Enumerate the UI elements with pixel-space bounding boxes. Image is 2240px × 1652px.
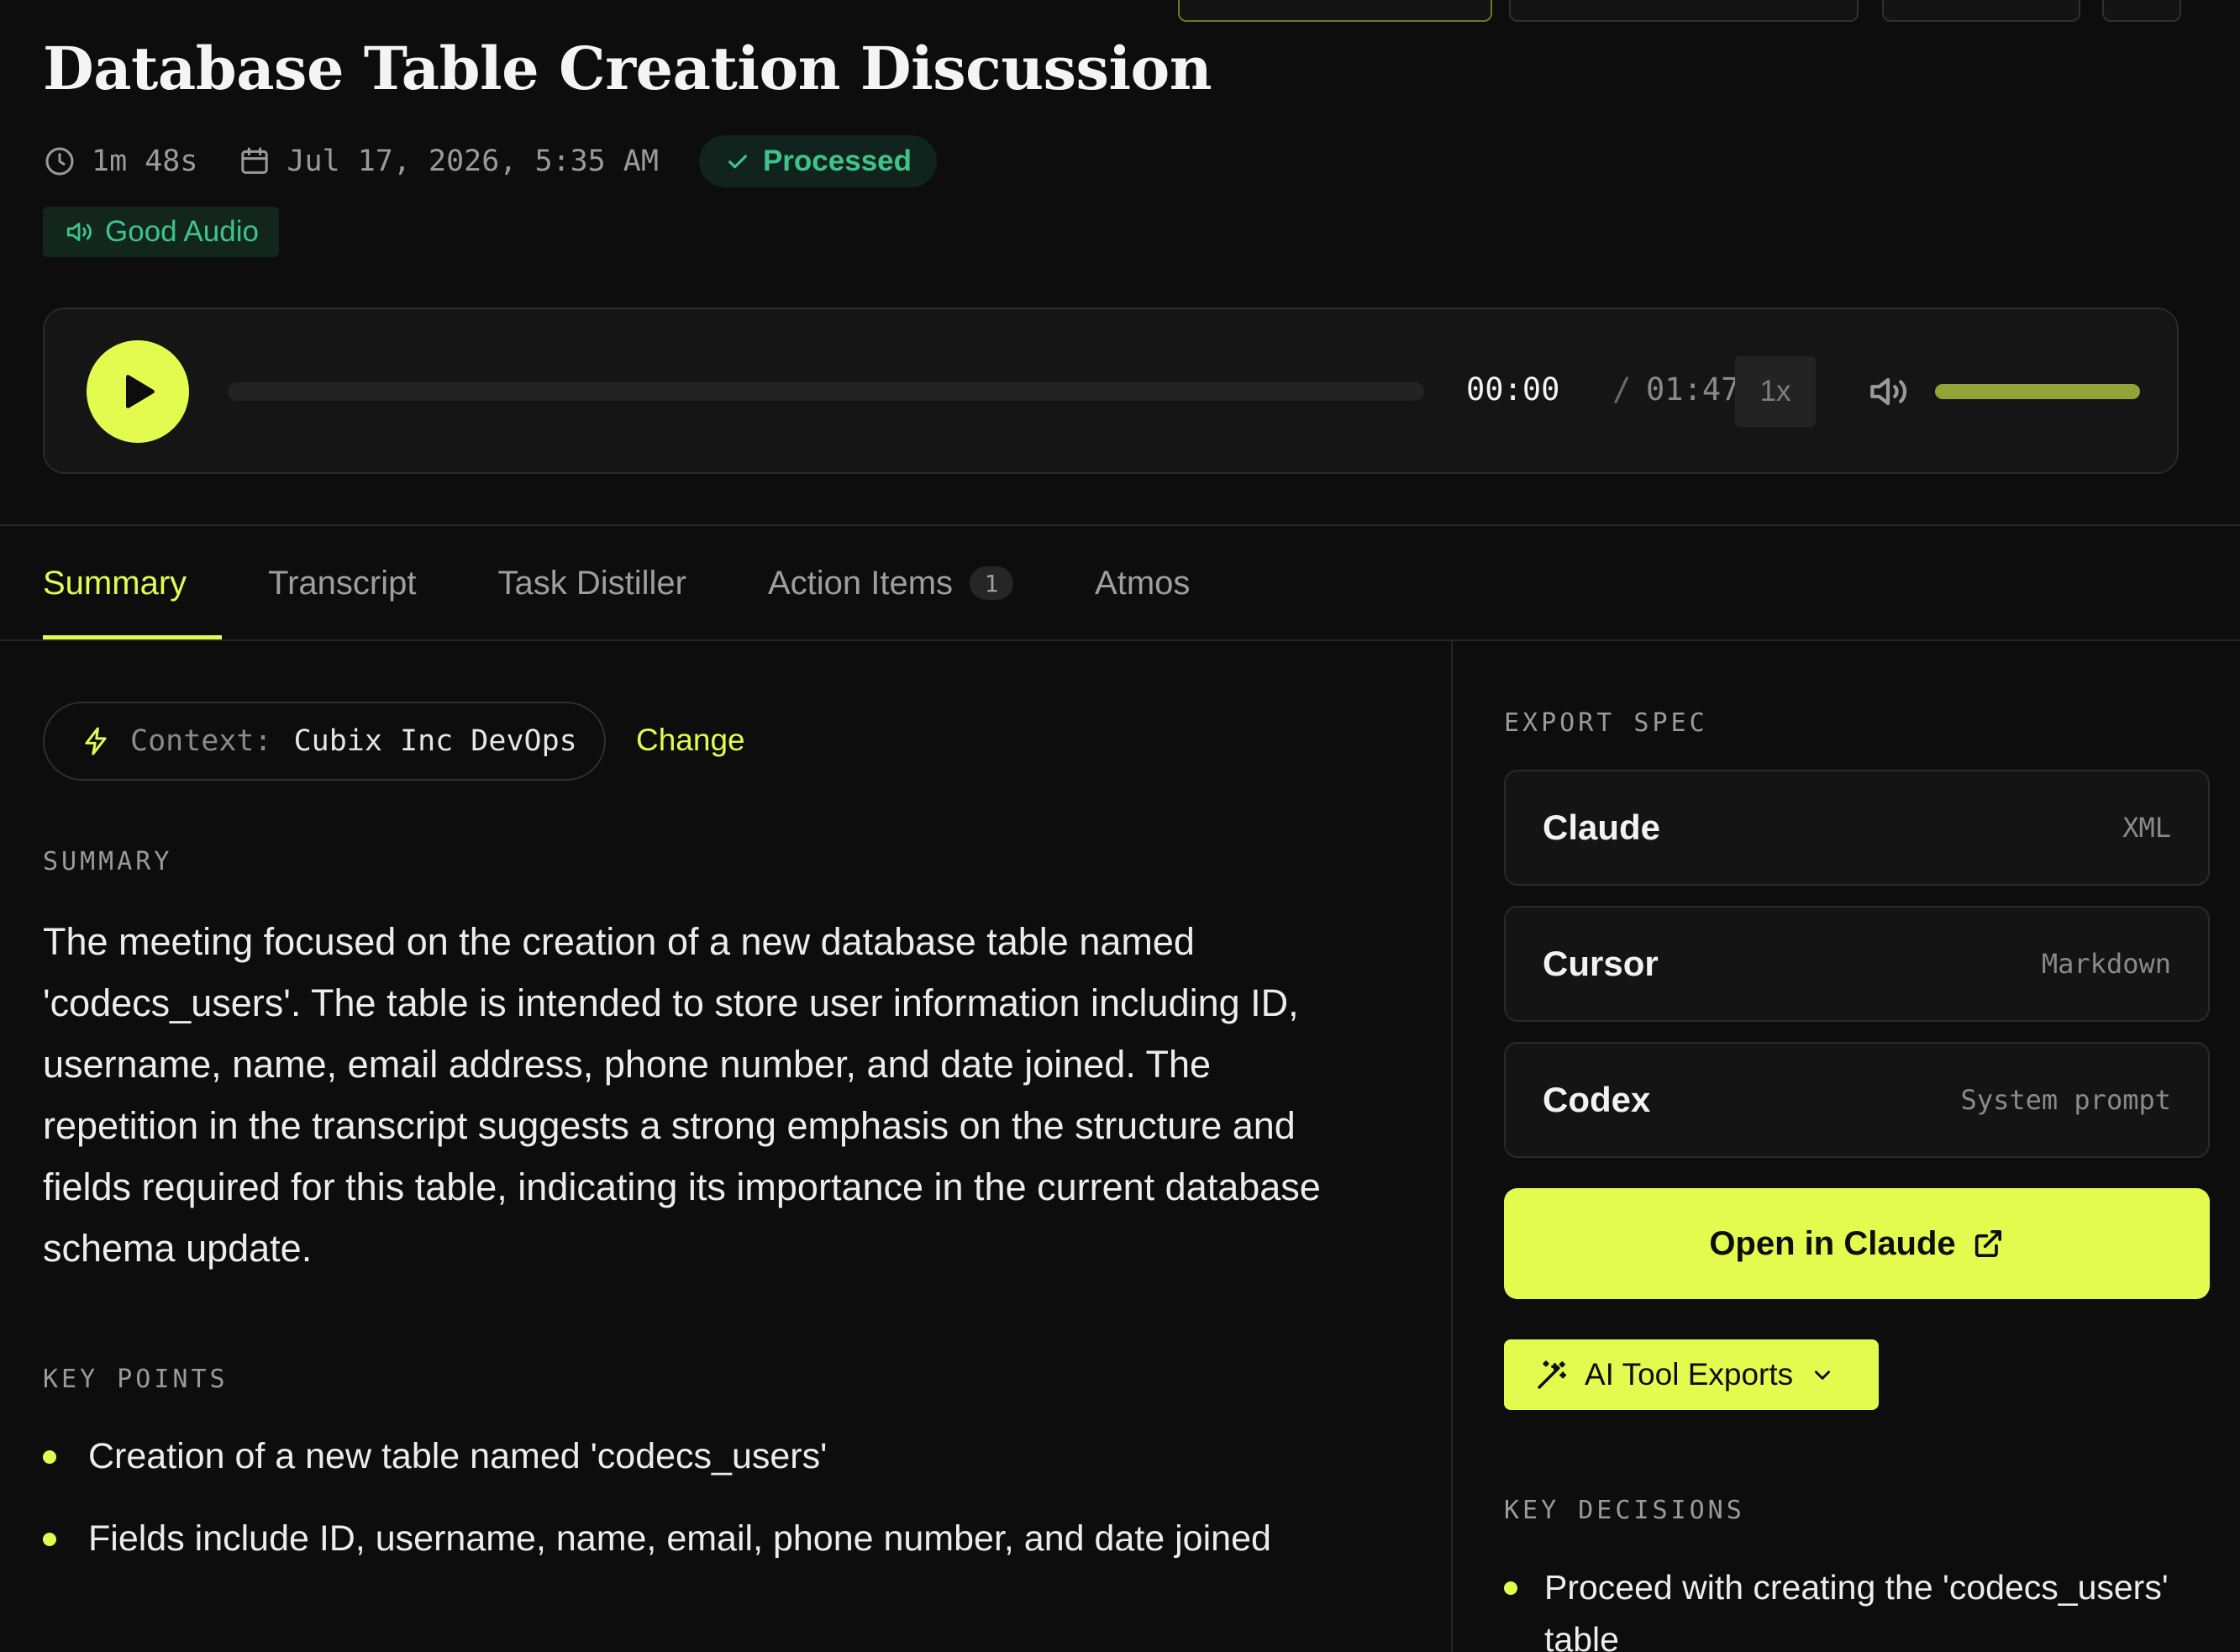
tab-transcript[interactable]: Transcript	[268, 526, 416, 640]
export-spec-heading: EXPORT SPEC	[1504, 708, 1708, 738]
external-link-icon	[1974, 1230, 2001, 1257]
tab-atmos[interactable]: Atmos	[1095, 526, 1190, 640]
open-in-claude-label: Open in Claude	[1709, 1224, 1956, 1262]
spec-card-claude[interactable]: Claude XML	[1504, 770, 2210, 886]
calendar-icon	[241, 147, 269, 174]
chevron-down-icon	[1815, 1371, 1831, 1380]
audio-quality-label: Good Audio	[105, 215, 259, 248]
context-label: Context:	[130, 724, 272, 758]
tab-label: Transcript	[268, 564, 417, 602]
key-points-list: Creation of a new table named 'codecs_us…	[43, 1430, 1404, 1595]
list-item: Fields include ID, username, name, email…	[43, 1513, 1404, 1595]
playback-speed-button[interactable]: 1x	[1735, 356, 1816, 427]
spec-card-cursor[interactable]: Cursor Markdown	[1504, 906, 2210, 1022]
duration-meta: 1m 48s	[43, 145, 197, 178]
volume-slider-fill	[1935, 384, 2140, 399]
lightning-icon	[85, 727, 107, 755]
play-icon	[126, 375, 155, 408]
current-time: 00:00	[1466, 371, 1560, 408]
ai-tool-exports-label: AI Tool Exports	[1585, 1357, 1794, 1392]
status-badge: Processed	[698, 135, 938, 187]
list-item: Proceed with creating the 'codecs_users'…	[1504, 1561, 2210, 1652]
summary-heading: SUMMARY	[43, 847, 173, 876]
volume-icon[interactable]	[1864, 368, 1911, 415]
tab-summary[interactable]: Summary	[43, 526, 223, 640]
spec-format: System prompt	[1960, 1084, 2171, 1116]
column-divider	[1451, 641, 1453, 1652]
tab-bar: Summary Transcript Task Distiller Action…	[43, 526, 1271, 640]
tab-task-distiller[interactable]: Task Distiller	[497, 526, 686, 640]
context-value: Cubix Inc DevOps	[293, 724, 577, 758]
date-meta: Jul 17, 2026, 5:35 AM	[238, 145, 659, 178]
key-decisions-heading: KEY DECISIONS	[1504, 1496, 1745, 1525]
spec-name: Cursor	[1543, 944, 1659, 983]
spec-name: Claude	[1543, 808, 1661, 847]
tab-label: Summary	[43, 564, 187, 602]
list-item: Creation of a new table named 'codecs_us…	[43, 1430, 1404, 1513]
divider	[0, 639, 2240, 641]
status-badge-label: Processed	[762, 145, 912, 177]
audio-player: 00:00 / 01:47 1x	[43, 308, 2179, 474]
ai-tool-exports-dropdown[interactable]: AI Tool Exports	[1504, 1339, 1879, 1410]
volume-slider[interactable]	[1935, 384, 2140, 399]
toolbar-button[interactable]	[1509, 0, 1859, 22]
audio-quality-badge: Good Audio	[43, 207, 279, 257]
toolbar-more-button[interactable]	[2102, 0, 2181, 22]
open-in-claude-button[interactable]: Open in Claude	[1504, 1188, 2210, 1299]
page-title: Database Table Creation Discussion	[43, 34, 1212, 103]
tab-label: Action Items	[767, 564, 954, 602]
action-items-count-badge: 1	[970, 566, 1014, 600]
spec-name: Codex	[1543, 1080, 1651, 1119]
toolbar-button[interactable]	[1882, 0, 2080, 22]
change-context-link[interactable]: Change	[636, 723, 745, 758]
tab-label: Task Distiller	[497, 564, 686, 602]
summary-text: The meeting focused on the creation of a…	[43, 920, 1321, 1270]
meta-row: 1m 48s Jul 17, 2026, 5:35 AM Processed	[43, 134, 938, 188]
magic-wand-icon	[1538, 1360, 1567, 1389]
playback-progress-bar[interactable]	[228, 382, 1424, 401]
tab-action-items[interactable]: Action Items 1	[767, 526, 1014, 640]
speaker-icon	[66, 223, 92, 241]
toolbar-primary-button[interactable]	[1178, 0, 1492, 22]
total-time: 01:47	[1646, 371, 1740, 408]
date-text: Jul 17, 2026, 5:35 AM	[287, 145, 659, 178]
context-selector[interactable]: Context: Cubix Inc DevOps	[43, 702, 606, 781]
clock-icon	[45, 147, 74, 176]
duration-text: 1m 48s	[92, 145, 198, 178]
time-separator: /	[1612, 371, 1632, 408]
play-button[interactable]	[87, 340, 189, 443]
spec-card-codex[interactable]: Codex System prompt	[1504, 1042, 2210, 1158]
spec-format: XML	[2122, 812, 2171, 844]
key-points-heading: KEY POINTS	[43, 1365, 229, 1394]
spec-format: Markdown	[2041, 948, 2171, 980]
tab-label: Atmos	[1095, 564, 1191, 602]
key-decisions-list: Proceed with creating the 'codecs_users'…	[1504, 1561, 2210, 1652]
check-icon	[728, 155, 747, 169]
